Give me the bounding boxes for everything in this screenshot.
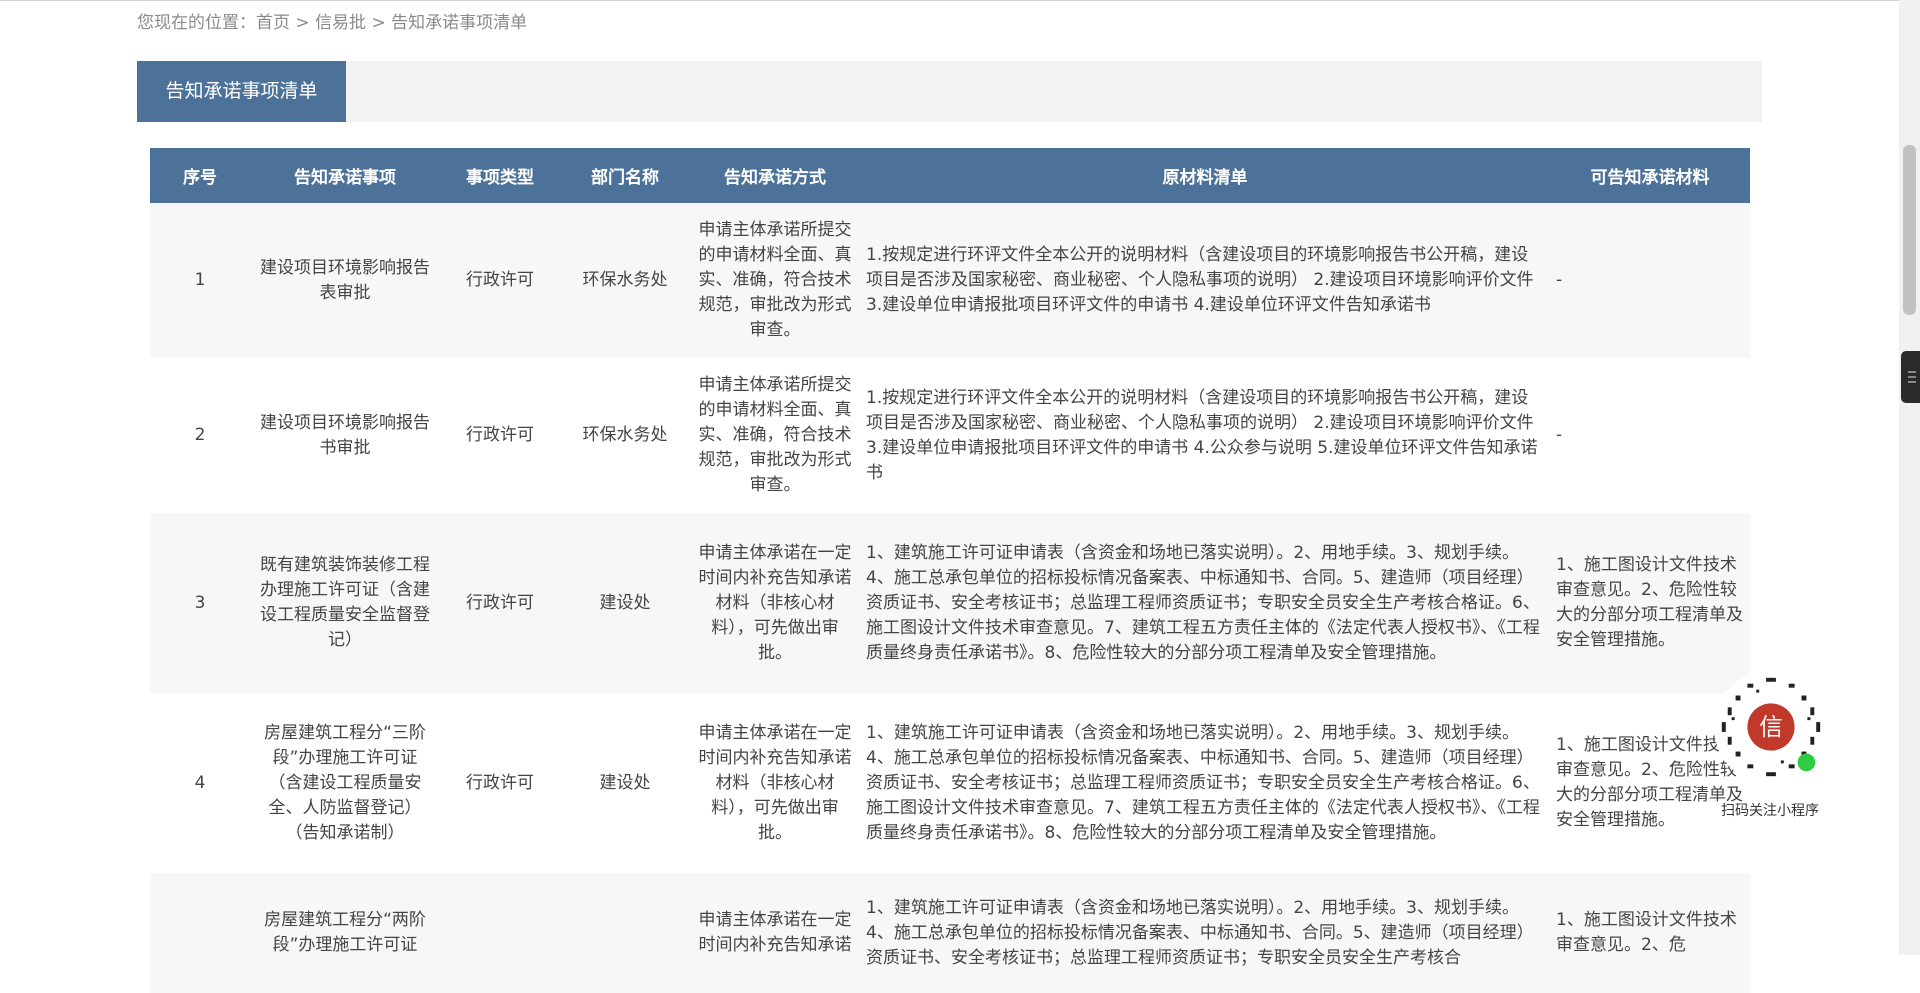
content-panel: 告知承诺事项清单 序号 告知承诺事项 事项类型 部门名称 告知承诺方式 原材料清… (137, 61, 1762, 993)
table-row: 4 房屋建筑工程分“三阶段”办理施工许可证（含建设工程质量安全、人防监督登记）（… (150, 693, 1750, 873)
cell-dept: 环保水务处 (560, 358, 690, 513)
header-method: 告知承诺方式 (690, 148, 860, 203)
cell-optional: - (1550, 203, 1750, 358)
cell-materials: 1.按规定进行环评文件全本公开的说明材料（含建设项目的环境影响报告书公开稿，建设… (860, 203, 1550, 358)
qr-center-glyph: 信 (1759, 713, 1783, 741)
panel-title-tab[interactable]: 告知承诺事项清单 (137, 61, 346, 122)
table-row: 1 建设项目环境影响报告表审批 行政许可 环保水务处 申请主体承诺所提交的申请材… (150, 203, 1750, 358)
cell-no: 3 (150, 513, 250, 693)
cell-no: 2 (150, 358, 250, 513)
cell-method: 申请主体承诺所提交的申请材料全面、真实、准确，符合技术规范，审批改为形式审查。 (690, 358, 860, 513)
cell-dept: 环保水务处 (560, 203, 690, 358)
header-dept: 部门名称 (560, 148, 690, 203)
breadcrumb-prefix: 您现在的位置： (137, 13, 256, 33)
commitment-items-table: 序号 告知承诺事项 事项类型 部门名称 告知承诺方式 原材料清单 可告知承诺材料… (150, 148, 1750, 993)
cell-method: 申请主体承诺所提交的申请材料全面、真实、准确，符合技术规范，审批改为形式审查。 (690, 203, 860, 358)
cell-item: 房屋建筑工程分“两阶段”办理施工许可证 (250, 873, 440, 993)
panel-title-bar: 告知承诺事项清单 (137, 61, 1762, 122)
breadcrumb-separator: > (366, 13, 392, 33)
cell-no: 4 (150, 693, 250, 873)
cell-optional: 1、施工图设计文件技术审查意见。2、危 (1550, 873, 1750, 993)
side-panel-handle[interactable] (1901, 351, 1920, 403)
breadcrumb-home-link[interactable]: 首页 (256, 13, 290, 33)
breadcrumb: 您现在的位置：首页 > 信易批 > 告知承诺事项清单 (137, 8, 527, 38)
table-row: 房屋建筑工程分“两阶段”办理施工许可证 申请主体承诺在一定时间内补充告知承诺 1… (150, 873, 1750, 993)
table-row: 3 既有建筑装饰装修工程办理施工许可证（含建设工程质量安全监督登记） 行政许可 … (150, 513, 1750, 693)
cell-type (440, 873, 560, 993)
cell-materials: 1.按规定进行环评文件全本公开的说明材料（含建设项目的环境影响报告书公开稿，建设… (860, 358, 1550, 513)
cell-method: 申请主体承诺在一定时间内补充告知承诺材料（非核心材料），可先做出审批。 (690, 693, 860, 873)
cell-dept: 建设处 (560, 693, 690, 873)
cell-materials: 1、建筑施工许可证申请表（含资金和场地已落实说明）。2、用地手续。3、规划手续。… (860, 693, 1550, 873)
cell-type: 行政许可 (440, 358, 560, 513)
mini-program-qr[interactable]: 信 扫码关注小程序 (1700, 668, 1840, 828)
cell-dept: 建设处 (560, 513, 690, 693)
header-type: 事项类型 (440, 148, 560, 203)
cell-materials: 1、建筑施工许可证申请表（含资金和场地已落实说明）。2、用地手续。3、规划手续。… (860, 513, 1550, 693)
cell-method: 申请主体承诺在一定时间内补充告知承诺材料（非核心材料），可先做出审批。 (690, 513, 860, 693)
cell-item: 既有建筑装饰装修工程办理施工许可证（含建设工程质量安全监督登记） (250, 513, 440, 693)
page-scrollbar[interactable] (1899, 0, 1920, 955)
cell-type: 行政许可 (440, 513, 560, 693)
table-header-row: 序号 告知承诺事项 事项类型 部门名称 告知承诺方式 原材料清单 可告知承诺材料 (150, 148, 1750, 203)
breadcrumb-separator: > (290, 13, 316, 33)
header-no: 序号 (150, 148, 250, 203)
cell-item: 建设项目环境影响报告表审批 (250, 203, 440, 358)
cell-dept (560, 873, 690, 993)
cell-method: 申请主体承诺在一定时间内补充告知承诺 (690, 873, 860, 993)
table-row: 2 建设项目环境影响报告书审批 行政许可 环保水务处 申请主体承诺所提交的申请材… (150, 358, 1750, 513)
top-rule (0, 0, 1920, 1)
cell-materials: 1、建筑施工许可证申请表（含资金和场地已落实说明）。2、用地手续。3、规划手续。… (860, 873, 1550, 993)
qr-caption: 扫码关注小程序 (1721, 803, 1819, 819)
cell-item: 房屋建筑工程分“三阶段”办理施工许可证（含建设工程质量安全、人防监督登记）（告知… (250, 693, 440, 873)
cell-optional: 1、施工图设计文件技术审查意见。2、危险性较大的分部分项工程清单及安全管理措施。 (1550, 513, 1750, 693)
breadcrumb-section-link[interactable]: 信易批 (315, 13, 366, 33)
cell-type: 行政许可 (440, 203, 560, 358)
breadcrumb-current: 告知承诺事项清单 (391, 13, 528, 33)
cell-type: 行政许可 (440, 693, 560, 873)
scroll-thumb[interactable] (1903, 145, 1916, 315)
header-materials: 原材料清单 (860, 148, 1550, 203)
header-optional: 可告知承诺材料 (1550, 148, 1750, 203)
cell-no: 1 (150, 203, 250, 358)
mini-program-qr-icon: 信 (1713, 669, 1829, 785)
cell-optional: - (1550, 358, 1750, 513)
header-item: 告知承诺事项 (250, 148, 440, 203)
cell-item: 建设项目环境影响报告书审批 (250, 358, 440, 513)
cell-no (150, 873, 250, 993)
